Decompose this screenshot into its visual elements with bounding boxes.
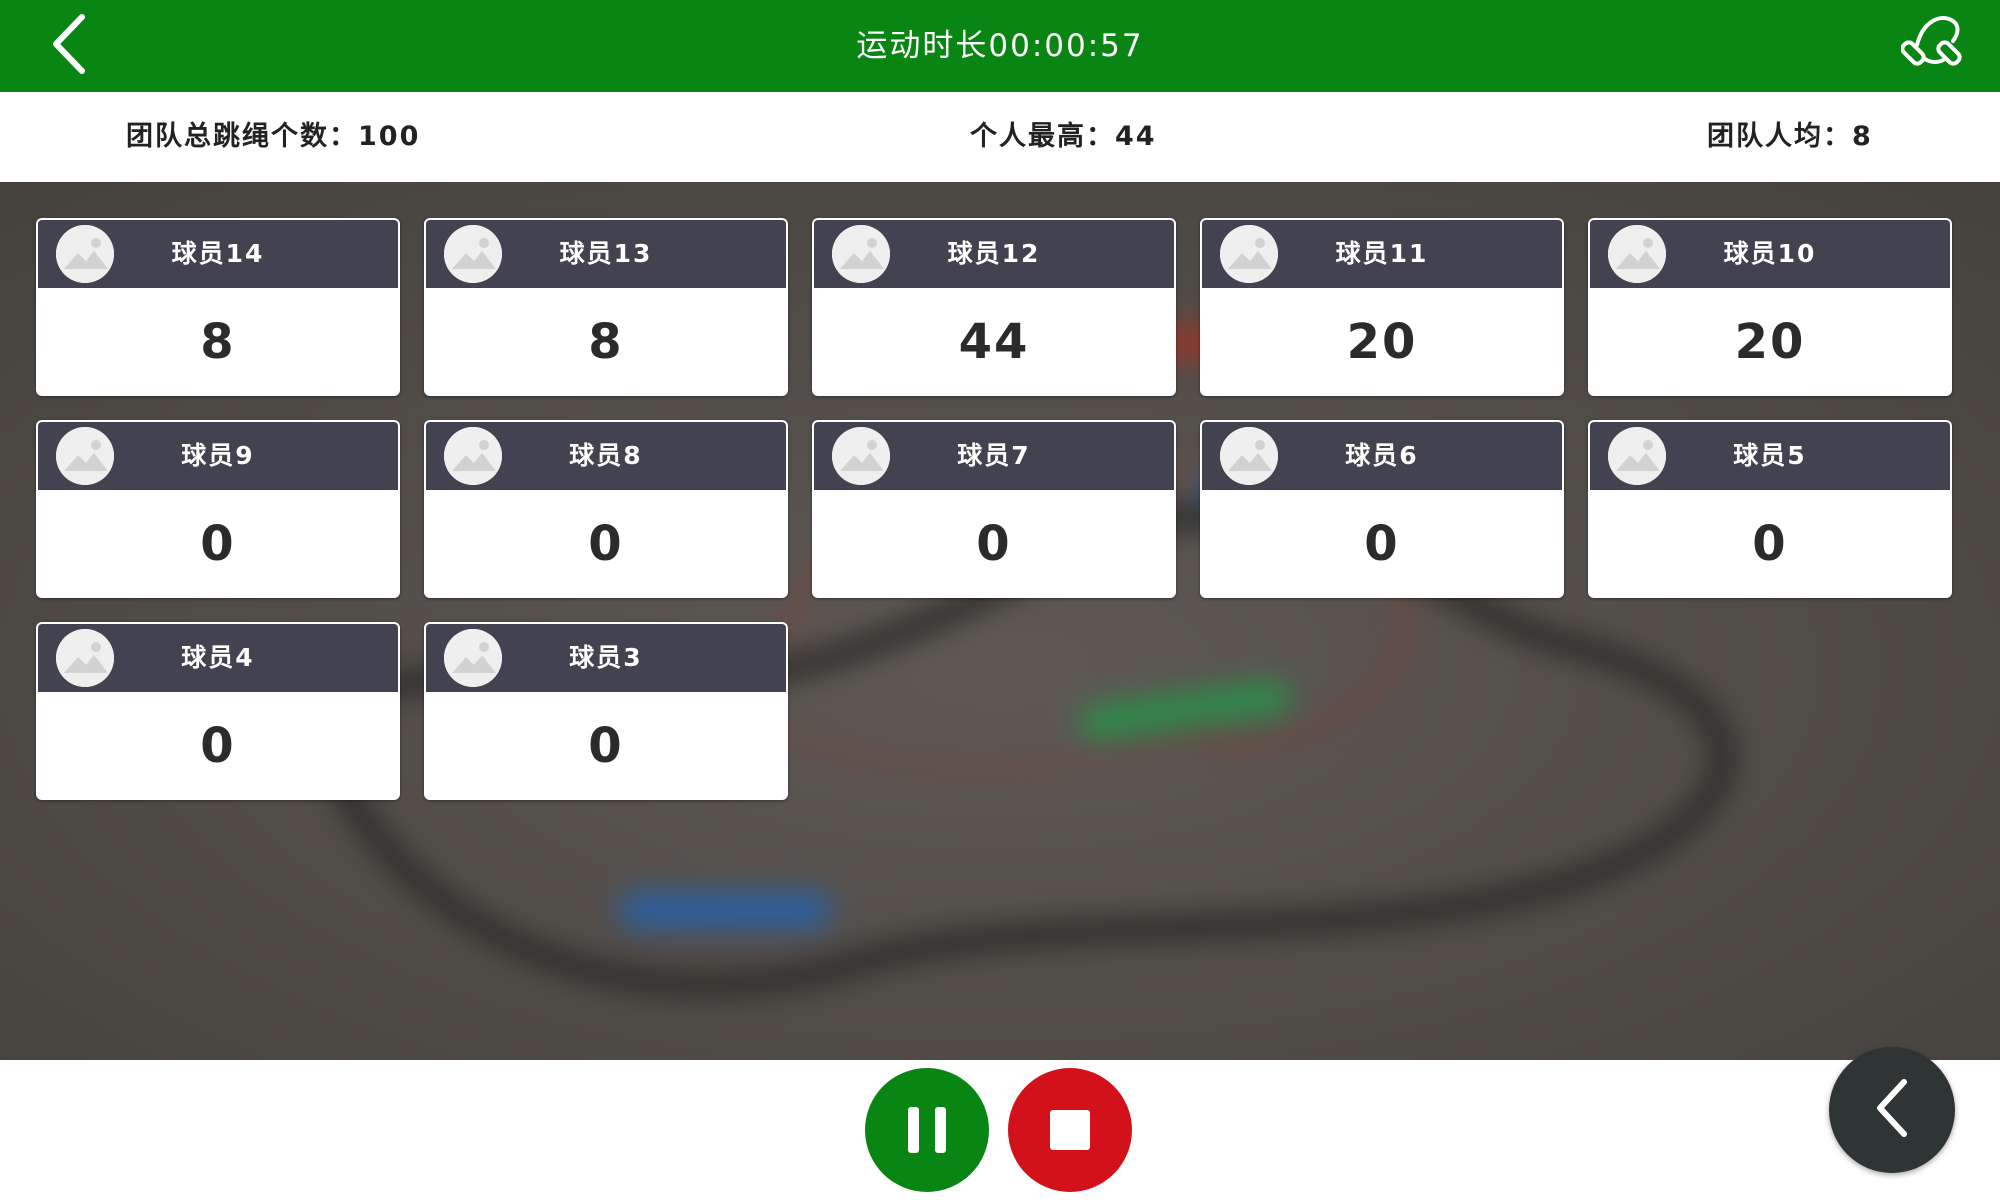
- player-jump-count: 0: [588, 718, 624, 774]
- player-card[interactable]: 球员7 0: [812, 420, 1176, 598]
- player-name: 球员9: [181, 441, 255, 470]
- player-name: 球员13: [559, 239, 653, 268]
- team-average-stat: 团队人均：8: [1707, 121, 1873, 152]
- player-name: 球员14: [171, 239, 265, 268]
- app-root: 运动时长00:00:57 团队总跳绳个数：100 个人最高：44 团队人均：8: [0, 0, 2000, 1200]
- player-card-header: 球员13: [426, 220, 786, 288]
- player-card[interactable]: 球员3 0: [424, 622, 788, 800]
- player-name: 球员5: [1733, 441, 1807, 470]
- chevron-left-icon: [1874, 1078, 1910, 1142]
- player-jump-count: 0: [588, 516, 624, 572]
- player-name: 球员8: [569, 441, 643, 470]
- player-jump-count: 44: [958, 314, 1030, 370]
- player-card-header: 球员7: [814, 422, 1174, 490]
- player-card[interactable]: 球员6 0: [1200, 420, 1564, 598]
- player-name: 球员10: [1723, 239, 1817, 268]
- stop-button[interactable]: [1008, 1068, 1132, 1192]
- back-button[interactable]: [30, 8, 106, 84]
- jump-rope-icon: [1900, 11, 1967, 81]
- player-jump-count: 0: [200, 718, 236, 774]
- player-card-header: 球员4: [38, 624, 398, 692]
- player-card-header: 球员6: [1202, 422, 1562, 490]
- player-jump-count: 0: [976, 516, 1012, 572]
- player-jump-count: 8: [588, 314, 624, 370]
- player-name: 球员4: [181, 643, 255, 672]
- player-card[interactable]: 球员14 8: [36, 218, 400, 396]
- stats-bar: 团队总跳绳个数：100 个人最高：44 团队人均：8: [0, 92, 2000, 182]
- player-name: 球员6: [1345, 441, 1419, 470]
- personal-max-stat: 个人最高：44: [970, 121, 1157, 152]
- control-bar: [0, 1060, 2000, 1200]
- player-card-header: 球员14: [38, 220, 398, 288]
- player-name: 球员7: [957, 441, 1031, 470]
- page-title: 运动时长00:00:57: [856, 28, 1144, 64]
- player-jump-count: 0: [200, 516, 236, 572]
- player-card[interactable]: 球员5 0: [1588, 420, 1952, 598]
- player-jump-count: 8: [200, 314, 236, 370]
- player-jump-count: 0: [1364, 516, 1400, 572]
- player-card-header: 球员12: [814, 220, 1174, 288]
- player-jump-count: 20: [1346, 314, 1418, 370]
- player-card[interactable]: 球员8 0: [424, 420, 788, 598]
- pause-button[interactable]: [865, 1068, 989, 1192]
- rope-settings-button[interactable]: [1896, 8, 1972, 84]
- collapse-button[interactable]: [1829, 1047, 1955, 1173]
- stop-icon: [1050, 1110, 1090, 1150]
- player-card-header: 球员3: [426, 624, 786, 692]
- player-name: 球员11: [1335, 239, 1429, 268]
- team-total-stat: 团队总跳绳个数：100: [126, 121, 421, 152]
- player-card-header: 球员8: [426, 422, 786, 490]
- player-name: 球员12: [947, 239, 1041, 268]
- player-card[interactable]: 球员11 20: [1200, 218, 1564, 396]
- player-card[interactable]: 球员10 20: [1588, 218, 1952, 396]
- chevron-left-icon: [48, 13, 88, 79]
- top-bar: 运动时长00:00:57: [0, 0, 2000, 92]
- player-card-header: 球员5: [1590, 422, 1950, 490]
- player-name: 球员3: [569, 643, 643, 672]
- player-card-header: 球员10: [1590, 220, 1950, 288]
- player-card[interactable]: 球员9 0: [36, 420, 400, 598]
- pause-icon: [908, 1107, 946, 1153]
- player-jump-count: 0: [1752, 516, 1788, 572]
- player-card-header: 球员11: [1202, 220, 1562, 288]
- player-card[interactable]: 球员12 44: [812, 218, 1176, 396]
- player-card-header: 球员9: [38, 422, 398, 490]
- player-jump-count: 20: [1734, 314, 1806, 370]
- player-card[interactable]: 球员4 0: [36, 622, 400, 800]
- player-card[interactable]: 球员13 8: [424, 218, 788, 396]
